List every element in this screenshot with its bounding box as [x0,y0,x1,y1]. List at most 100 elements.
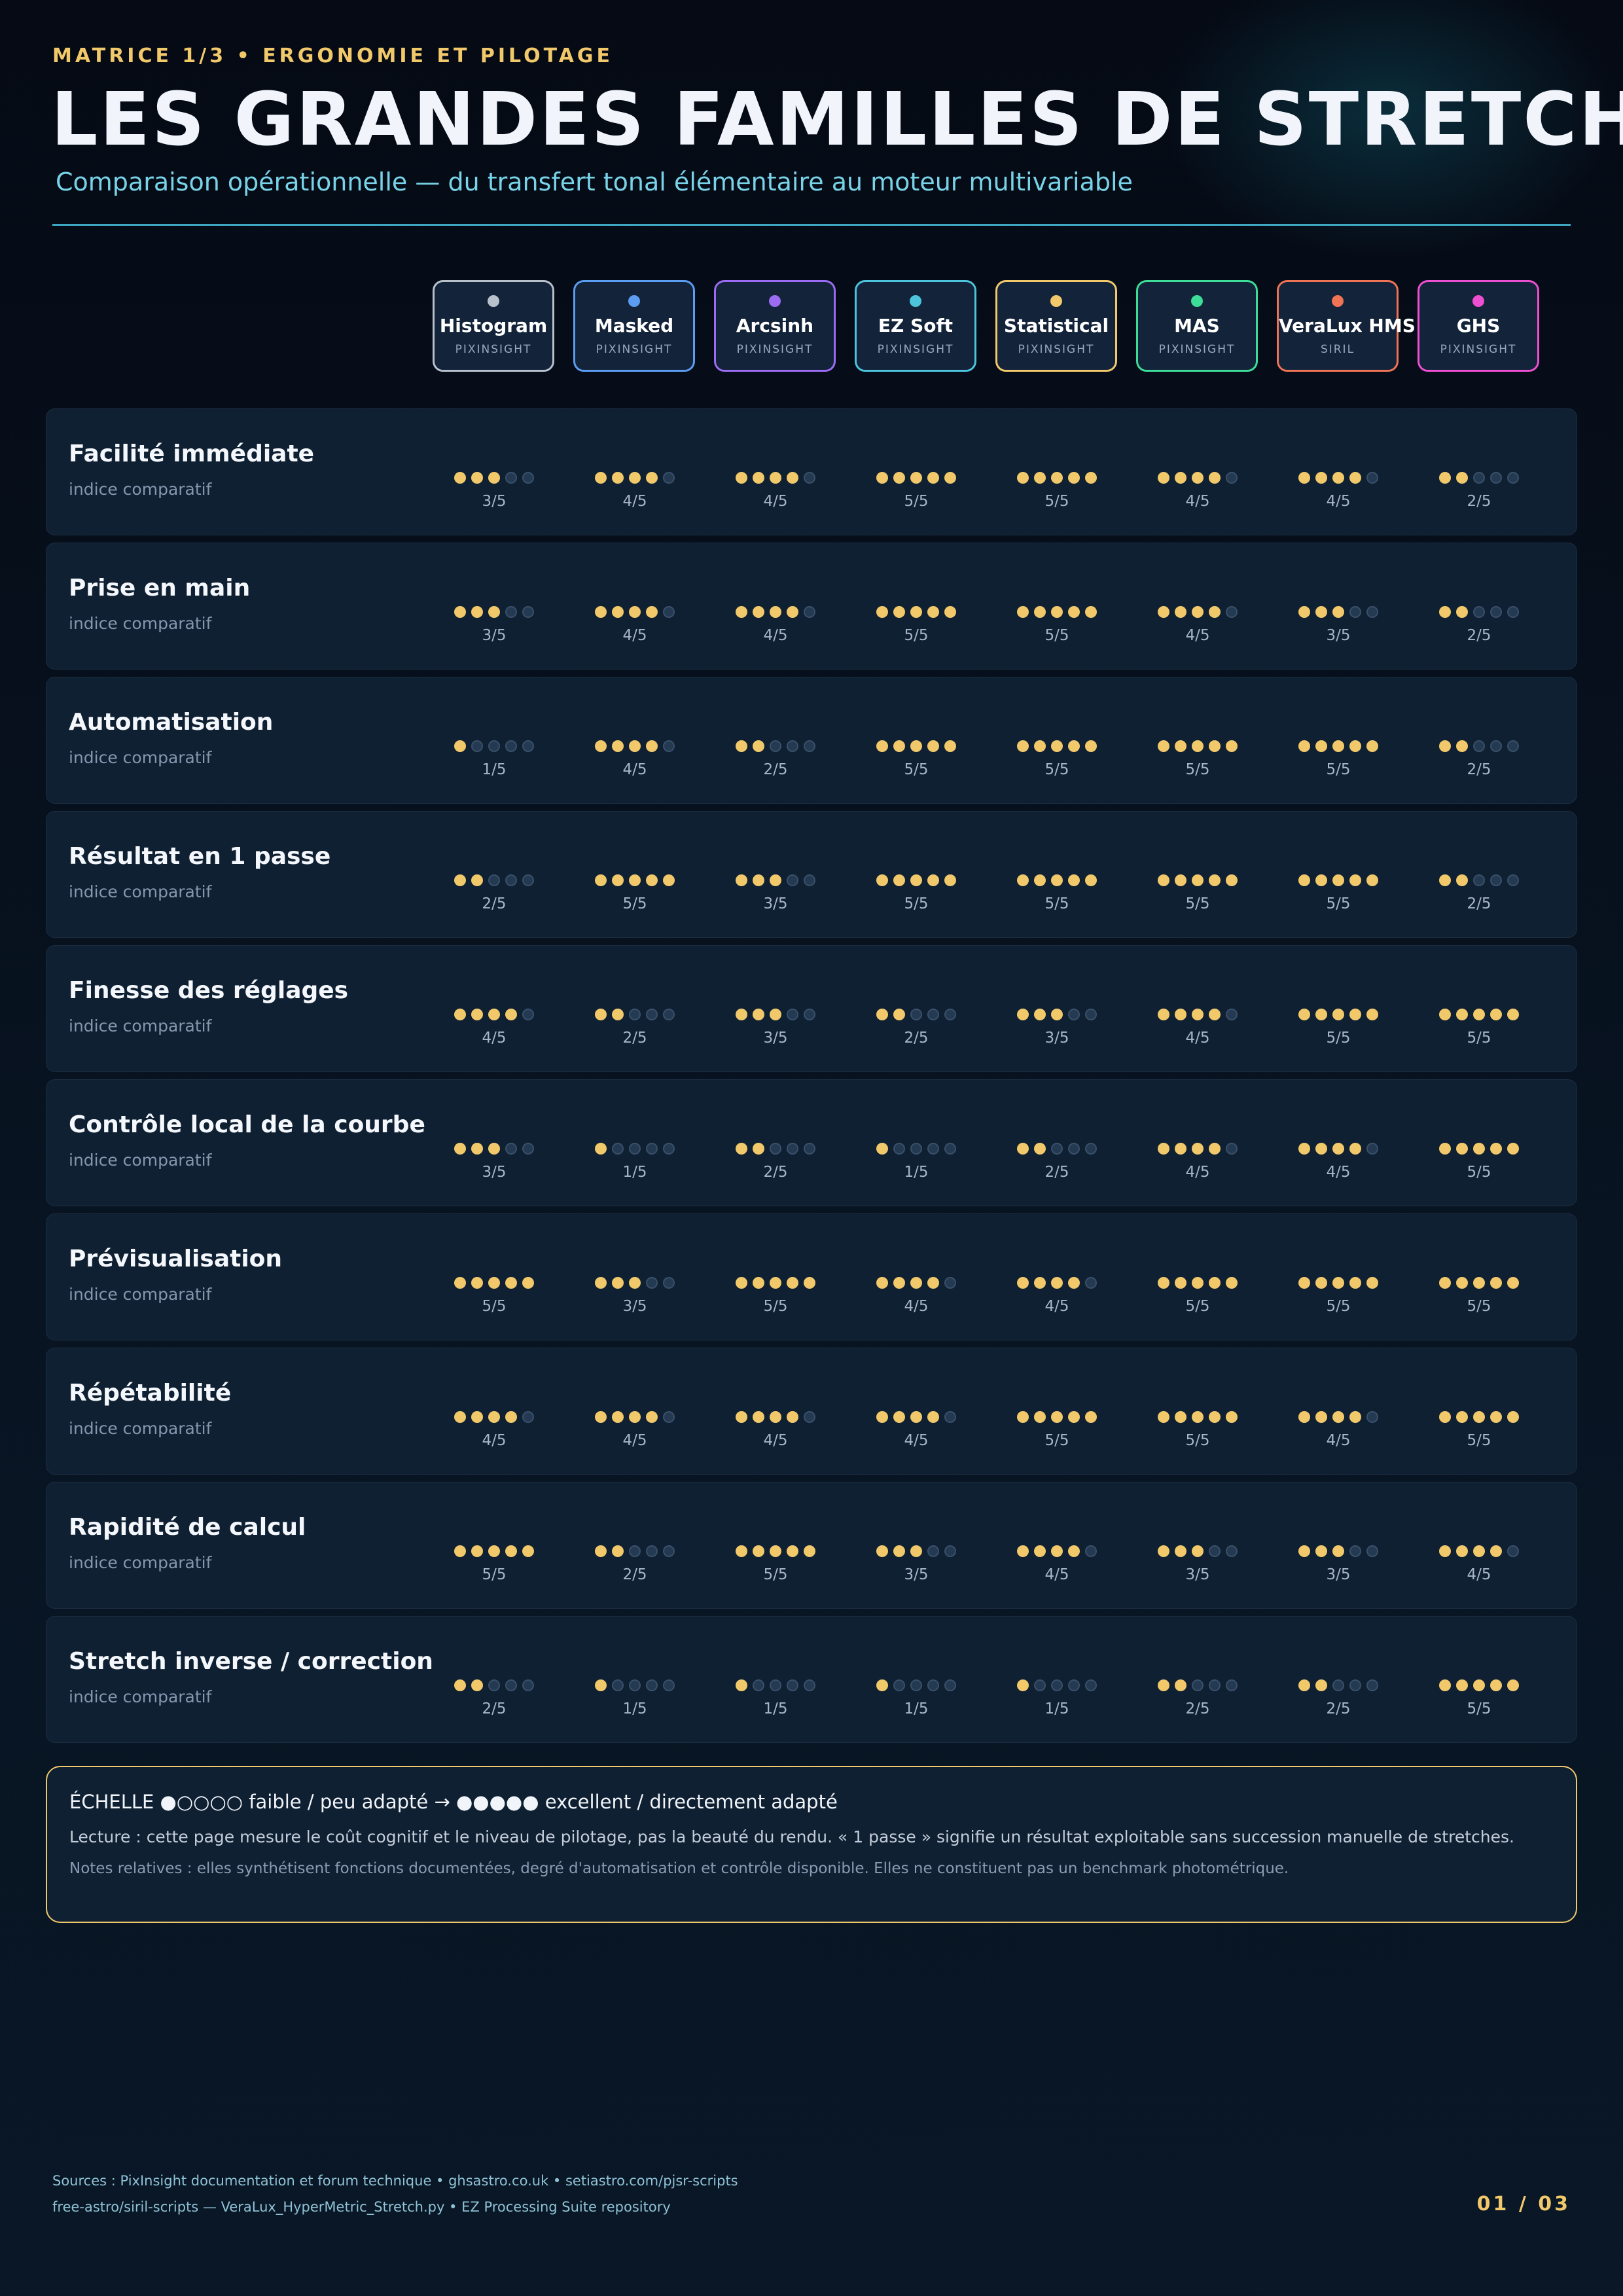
rating-dot-filled [1034,740,1046,752]
rating-dot-filled [612,874,624,886]
score-cell: 1/5 [855,1679,977,1717]
rating-dot-empty [787,740,798,752]
rating-dot-filled [1051,1277,1063,1289]
rating-dots [1277,1411,1399,1426]
rating-dot-filled [505,1009,517,1020]
score-cell: 3/5 [715,874,836,912]
rating-dot-filled [736,1009,747,1020]
rating-dot-empty [1085,1277,1097,1289]
rating-dot-filled [612,1545,624,1557]
rating-dot-empty [505,740,517,752]
rating-dot-filled [944,472,956,484]
rating-dot-filled [612,1411,624,1423]
score-label: 5/5 [1326,1298,1351,1315]
rating-dot-filled [1175,606,1186,618]
rating-dot-empty [753,1679,764,1691]
score-label: 4/5 [622,1432,647,1449]
rating-dot-filled [1068,472,1080,484]
rating-dots [855,1143,977,1157]
score-label: 4/5 [1185,1030,1210,1047]
rating-dot-empty [505,472,517,484]
rating-dot-empty [927,1143,939,1155]
score-label: 5/5 [1467,1298,1491,1315]
rating-dots [433,1277,555,1291]
score-cell: 4/5 [574,472,696,510]
rating-dot-filled [927,874,939,886]
score-cell: 2/5 [1418,740,1540,778]
rating-dot-empty [629,1545,641,1557]
criterion-sublabel: indice comparatif [69,1419,212,1438]
method-color-dot [1472,295,1484,307]
rating-dot-filled [1051,1009,1063,1020]
rating-dot-filled [1315,874,1327,886]
criterion-sublabel: indice comparatif [69,480,212,499]
method-color-dot [1332,295,1344,307]
rating-dot-filled [522,1545,534,1557]
rating-dot-filled [876,1277,888,1289]
rating-dot-empty [1226,1679,1238,1691]
rating-dot-filled [1349,472,1361,484]
score-label: 5/5 [1326,895,1351,912]
rating-dot-empty [944,1009,956,1020]
rating-dot-filled [1439,874,1451,886]
rating-dot-filled [629,874,641,886]
criterion-label: Facilité immédiate [69,440,315,467]
rating-dot-filled [753,740,764,752]
rating-dot-filled [1490,1545,1502,1557]
score-cell: 4/5 [1137,472,1258,510]
rating-dots [574,1545,696,1560]
rating-dot-filled [629,472,641,484]
score-cell: 4/5 [1137,1143,1258,1181]
rating-dot-filled [1017,1679,1029,1691]
rating-dot-empty [522,874,534,886]
score-label: 2/5 [763,761,788,778]
rating-dot-empty [488,740,500,752]
rating-dot-filled [910,740,922,752]
rating-dot-filled [1473,1411,1485,1423]
criterion-sublabel: indice comparatif [69,882,212,901]
rating-dot-filled [804,1277,815,1289]
method-name: VeraLux HMS [1279,315,1416,336]
page-number: 01 / 03 [1476,2193,1571,2215]
score-cell: 3/5 [574,1277,696,1315]
method-header: GHS PIXINSIGHT [1418,280,1539,372]
rating-dot-filled [1332,1277,1344,1289]
rating-dots [1418,1411,1540,1426]
rating-dot-filled [804,1545,815,1557]
score-label: 5/5 [1185,1432,1210,1449]
rating-dots [574,472,696,486]
rating-dots [433,1143,555,1157]
rating-dots [574,1679,696,1694]
rating-dot-empty [1349,606,1361,618]
rating-dot-empty [612,1143,624,1155]
column-headers: Histogram PIXINSIGHT Masked PIXINSIGHT Arcsi… [0,280,1623,374]
rating-dot-filled [1456,1411,1468,1423]
score-label: 4/5 [904,1298,929,1315]
rating-dot-filled [646,740,658,752]
rating-dot-filled [1017,1277,1029,1289]
score-cell: 4/5 [715,606,836,644]
rating-dots [433,606,555,620]
rating-dot-filled [1298,1545,1310,1557]
rating-dot-filled [1051,1411,1063,1423]
rating-dots [715,874,836,889]
score-label: 5/5 [763,1298,788,1315]
score-label: 1/5 [482,761,507,778]
rating-dot-filled [736,472,747,484]
rating-dot-filled [471,874,483,886]
rating-dot-empty [1068,1009,1080,1020]
method-color-dot [1191,295,1203,307]
score-label: 5/5 [904,627,929,644]
score-cell: 4/5 [996,1545,1118,1583]
rating-dot-filled [595,1545,607,1557]
score-cell: 5/5 [1277,1009,1399,1047]
score-cell: 2/5 [1137,1679,1258,1717]
rating-dot-filled [1473,1009,1485,1020]
rating-dots [996,1277,1118,1291]
rating-dot-filled [736,606,747,618]
score-label: 5/5 [1467,1432,1491,1449]
rating-dot-empty [1473,472,1485,484]
rating-dot-empty [663,472,675,484]
rating-dot-filled [1366,874,1378,886]
rating-dot-empty [663,1009,675,1020]
